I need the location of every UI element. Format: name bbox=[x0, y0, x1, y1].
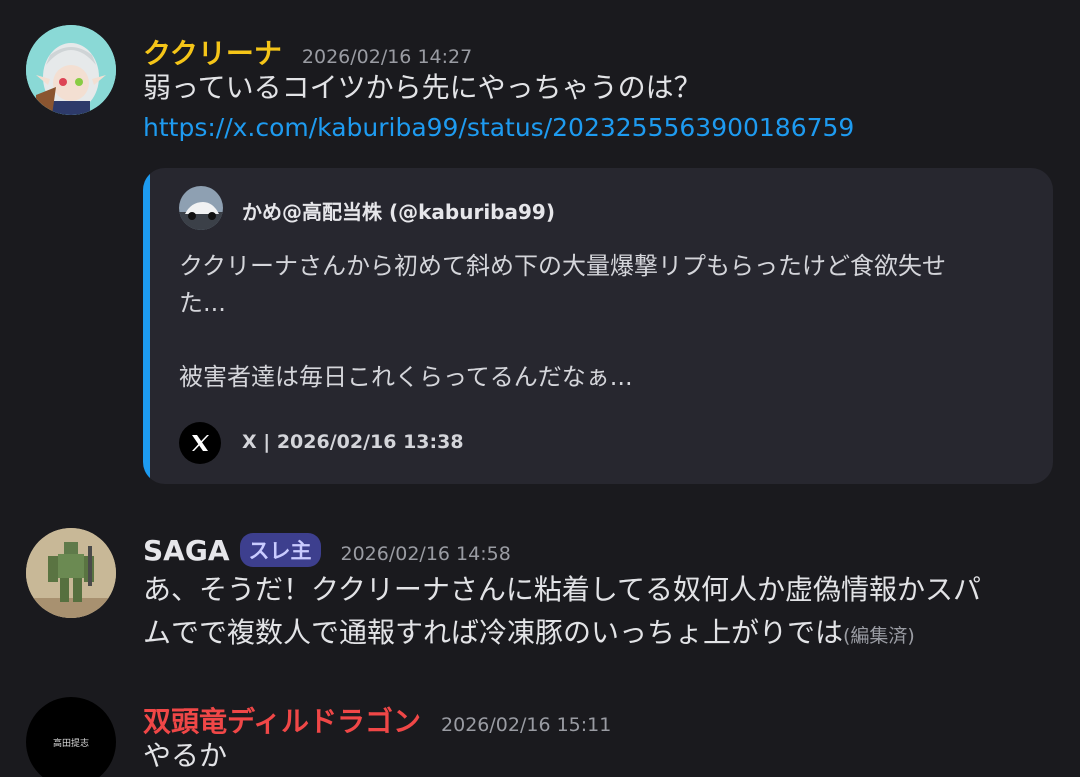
embed-description-line: ククリーナさんから初めて斜め下の大量爆撃リプもらったけど食欲失せ bbox=[179, 252, 947, 280]
avatar-text: 高田提志 bbox=[52, 738, 89, 749]
x-logo-icon bbox=[179, 422, 221, 464]
timestamp[interactable]: 2026/02/16 14:58 bbox=[341, 543, 511, 565]
message-text-line: あ、そうだ！ククリーナさんに粘着してる奴何人か虚偽情報かスパ bbox=[143, 573, 982, 606]
message-text-line-content: ムでで複数人で通報すれば冷凍豚のいっちょ上がりでは bbox=[143, 616, 844, 649]
embed-description-line: 被害者達は毎日これくらってるんだなぁ... bbox=[179, 363, 633, 391]
message-feed: ククリーナ 2026/02/16 14:27 弱っているコイツから先にやっちゃう… bbox=[0, 0, 1080, 777]
message-text: やるか bbox=[143, 739, 228, 772]
avatar[interactable] bbox=[26, 25, 116, 115]
embed-footer: X | 2026/02/16 13:38 bbox=[242, 431, 464, 453]
message-text-line: ムでで複数人で通報すれば冷凍豚のいっちょ上がりでは(編集済) bbox=[143, 611, 981, 658]
car-photo-icon bbox=[179, 186, 223, 230]
link-embed[interactable]: かめ@高配当株 (@kaburiba99) ククリーナさんから初めて斜め下の大量… bbox=[143, 168, 1053, 484]
avatar-anime-girl-icon bbox=[26, 25, 116, 115]
embed-author-avatar[interactable] bbox=[179, 186, 223, 230]
embed-accent-bar bbox=[143, 168, 150, 484]
embed-description-line: た... bbox=[179, 289, 226, 317]
message-item: ククリーナ 2026/02/16 14:27 弱っているコイツから先にやっちゃう… bbox=[0, 0, 1080, 500]
timestamp[interactable]: 2026/02/16 14:27 bbox=[302, 46, 472, 68]
message-item: 高田提志 双頭竜ディルドラゴン 2026/02/16 15:11 やるか bbox=[0, 690, 1080, 777]
message-link[interactable]: https://x.com/kaburiba99/status/20232555… bbox=[143, 113, 854, 142]
message-text: あ、そうだ！ククリーナさんに粘着してる奴何人か虚偽情報かスパ ムでで複数人で通報… bbox=[143, 568, 981, 658]
op-badge: スレ主 bbox=[239, 533, 321, 567]
embed-description: ククリーナさんから初めて斜め下の大量爆撃リプもらったけど食欲失せ た... 被害… bbox=[179, 248, 946, 396]
avatar-robot-figure-icon bbox=[26, 528, 116, 618]
embed-author[interactable]: かめ@高配当株 (@kaburiba99) bbox=[242, 196, 555, 225]
avatar[interactable]: 高田提志 bbox=[26, 697, 116, 777]
message-item: SAGA スレ主 2026/02/16 14:58 あ、そうだ！ククリーナさんに… bbox=[0, 520, 1080, 680]
timestamp[interactable]: 2026/02/16 15:11 bbox=[441, 714, 611, 736]
username[interactable]: SAGA bbox=[143, 534, 230, 567]
edited-label: (編集済) bbox=[843, 625, 915, 647]
avatar[interactable] bbox=[26, 528, 116, 618]
message-text: 弱っているコイツから先にやっちゃうのは？ bbox=[143, 71, 702, 104]
message-header: SAGA スレ主 2026/02/16 14:58 bbox=[143, 533, 511, 569]
